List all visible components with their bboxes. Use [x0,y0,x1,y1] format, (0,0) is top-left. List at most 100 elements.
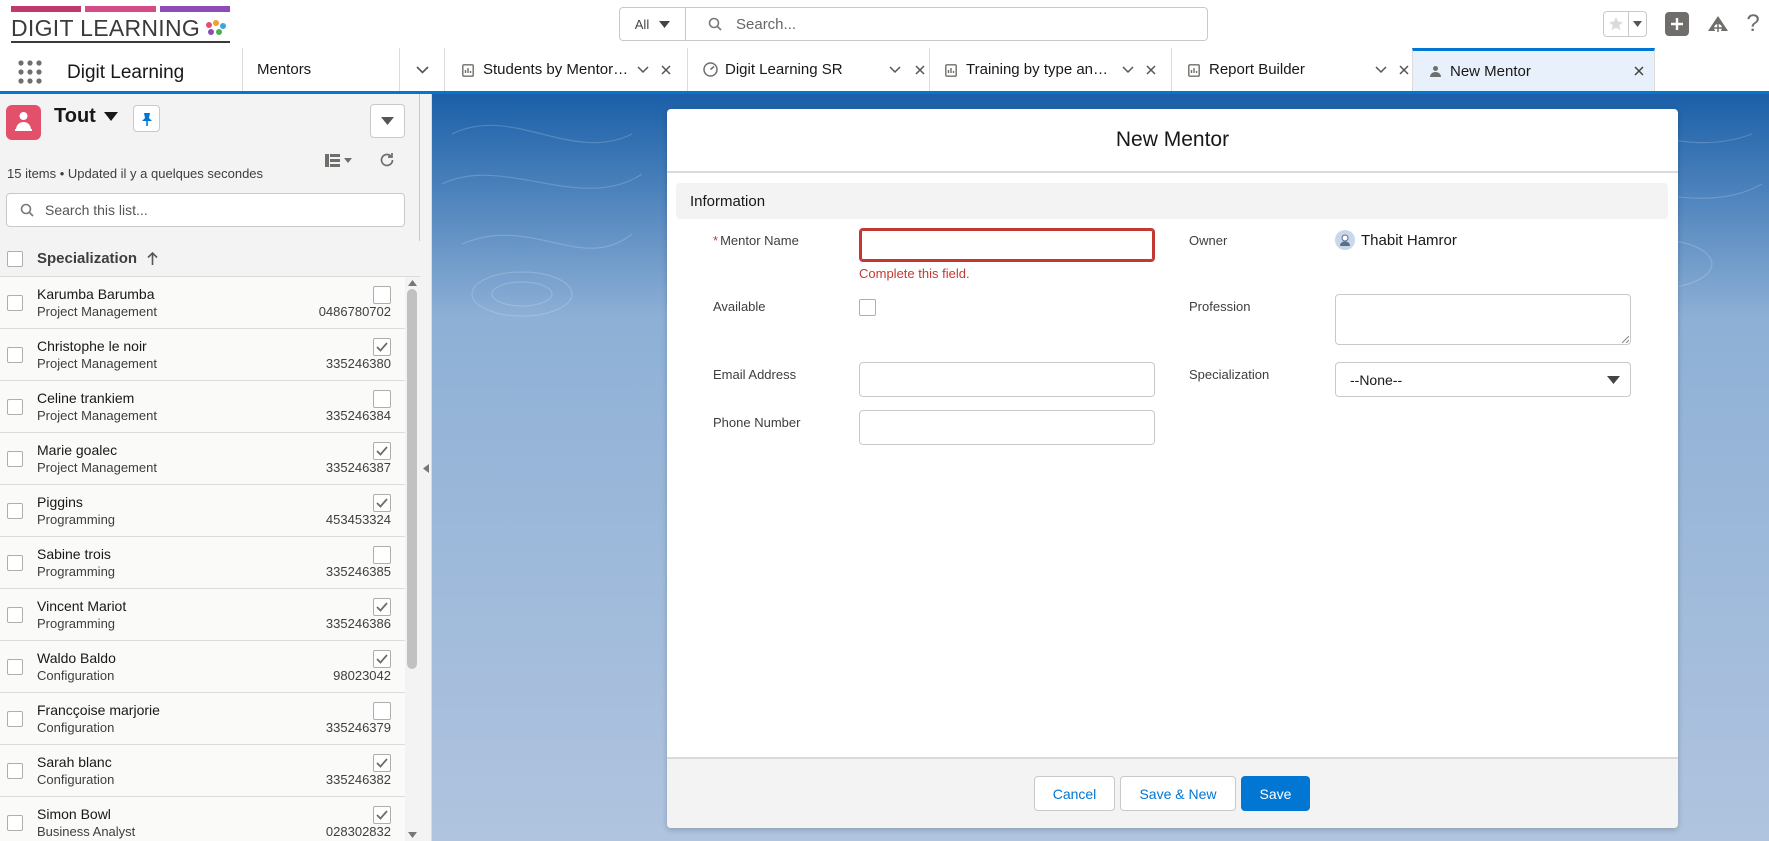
mentor-specialization: Configuration [37,668,115,683]
scroll-up-icon[interactable] [408,280,417,286]
tab-new-mentor[interactable]: New Mentor [1412,48,1655,91]
app-launcher-icon[interactable] [18,60,42,84]
mentor-phone: 335246382 [325,772,391,787]
list-item[interactable]: Christophe le noir Project Management 33… [0,329,405,381]
logo-text: DIGIT LEARNING [11,15,201,41]
chevron-down-icon[interactable] [1375,65,1387,74]
row-checkbox[interactable] [7,555,23,571]
mentor-phone: 335246384 [325,408,391,423]
split-view-toggle[interactable] [420,94,432,841]
display-as-button[interactable] [325,154,352,167]
chevron-down-icon[interactable] [889,65,901,74]
save-button[interactable]: Save [1241,776,1310,811]
list-view-name: Tout [54,105,96,127]
mentor-name: Waldo Baldo [37,650,116,666]
mentor-name-label-text: Mentor Name [720,233,799,248]
row-checkbox[interactable] [7,711,23,727]
profession-textarea[interactable] [1335,294,1631,345]
row-checkbox[interactable] [7,659,23,675]
digit-learning-logo[interactable]: DIGIT LEARNING [11,6,230,46]
help-icon[interactable]: ? [1743,10,1763,37]
phone-input[interactable] [859,410,1155,445]
phone-label: Phone Number [713,415,801,430]
list-item[interactable]: Waldo Baldo Configuration 98023042 [0,641,405,693]
chevron-down-icon[interactable] [637,65,649,74]
chevron-down-icon[interactable] [1122,65,1134,74]
scrollbar-thumb[interactable] [407,289,417,669]
sort-specialization-header[interactable]: Specialization [37,250,158,267]
logo-bars [11,6,230,12]
row-checkbox[interactable] [7,347,23,363]
row-checkbox[interactable] [7,815,23,831]
list-item[interactable]: Simon Bowl Business Analyst 028302832 [0,797,405,841]
tab-students-by-mentor[interactable]: Students by Mentor ... [444,48,687,91]
mentor-specialization: Programming [37,616,116,631]
information-section-header[interactable]: Information [676,183,1668,219]
mentors-menu-button[interactable] [399,48,444,91]
trailhead-icon[interactable] [1706,12,1730,36]
pin-list-button[interactable] [133,105,160,132]
refresh-icon[interactable] [378,151,396,169]
list-scrollbar[interactable] [405,277,420,841]
list-view-picker[interactable]: Tout [54,105,118,128]
row-checkbox[interactable] [7,763,23,779]
available-checkbox [373,338,391,356]
list-item[interactable]: Marie goalec Project Management 33524638… [0,433,405,485]
check-icon [376,810,388,820]
list-item[interactable]: Sarah blanc Configuration 335246382 [0,745,405,797]
close-icon[interactable] [661,64,671,75]
specialization-select[interactable]: --None-- [1335,362,1631,397]
list-item[interactable]: Celine trankiem Project Management 33524… [0,381,405,433]
close-icon[interactable] [1634,66,1644,76]
mentor-specialization: Project Management [37,356,157,371]
list-search-input[interactable]: Search this list... [6,193,405,227]
list-item[interactable]: Francçoise marjorie Configuration 335246… [0,693,405,745]
scroll-down-icon[interactable] [408,832,417,838]
section-title: Information [690,192,766,210]
available-checkbox [373,286,391,304]
available-checkbox[interactable] [859,299,876,316]
row-checkbox[interactable] [7,399,23,415]
tab-digit-learning-sr[interactable]: Digit Learning SR [687,48,929,91]
row-checkbox[interactable] [7,503,23,519]
tab-label: Report Builder [1209,61,1305,78]
global-header: DIGIT LEARNING All Search... ? [0,0,1769,48]
mentor-phone: 335246385 [325,564,391,579]
add-icon[interactable] [1665,12,1689,36]
tab-training-by-type[interactable]: Training by type and... [929,48,1171,91]
close-icon[interactable] [1399,64,1409,75]
mentor-specialization: Programming [37,564,116,579]
tab-label: Training by type and... [966,61,1112,78]
search-input[interactable]: Search... [686,16,796,33]
mentor-specialization: Project Management [37,304,157,319]
list-actions-button[interactable] [370,104,405,138]
row-checkbox[interactable] [7,295,23,311]
close-icon[interactable] [915,64,925,75]
available-checkbox [373,598,391,616]
available-label: Available [713,299,766,314]
list-status: 15 items • Updated il y a quelques secon… [7,166,264,181]
row-checkbox[interactable] [7,451,23,467]
logo-brain-icon [206,20,226,35]
save-and-new-button[interactable]: Save & New [1120,776,1236,811]
tab-mentors[interactable]: Mentors [242,48,399,91]
select-all-checkbox[interactable] [7,251,23,267]
list-item[interactable]: Piggins Programming 453453324 [0,485,405,537]
report-icon [461,63,475,77]
row-checkbox[interactable] [7,607,23,623]
close-icon[interactable] [1146,64,1156,75]
global-search: All Search... [619,7,1208,41]
user-avatar-icon [1335,230,1355,250]
cancel-button[interactable]: Cancel [1034,776,1115,811]
search-scope-select[interactable]: All [620,8,686,40]
owner-value[interactable]: Thabit Hamror [1335,230,1457,250]
tab-report-builder[interactable]: Report Builder [1171,48,1412,91]
resize-handle-icon[interactable] [1622,336,1629,343]
list-item[interactable]: Sabine trois Programming 335246385 [0,537,405,589]
favorites-button[interactable] [1603,11,1647,37]
list-item[interactable]: Karumba Barumba Project Management 04867… [0,277,405,329]
available-checkbox [373,650,391,668]
email-input[interactable] [859,362,1155,397]
list-item[interactable]: Vincent Mariot Programming 335246386 [0,589,405,641]
mentor-name-input[interactable] [859,228,1155,262]
